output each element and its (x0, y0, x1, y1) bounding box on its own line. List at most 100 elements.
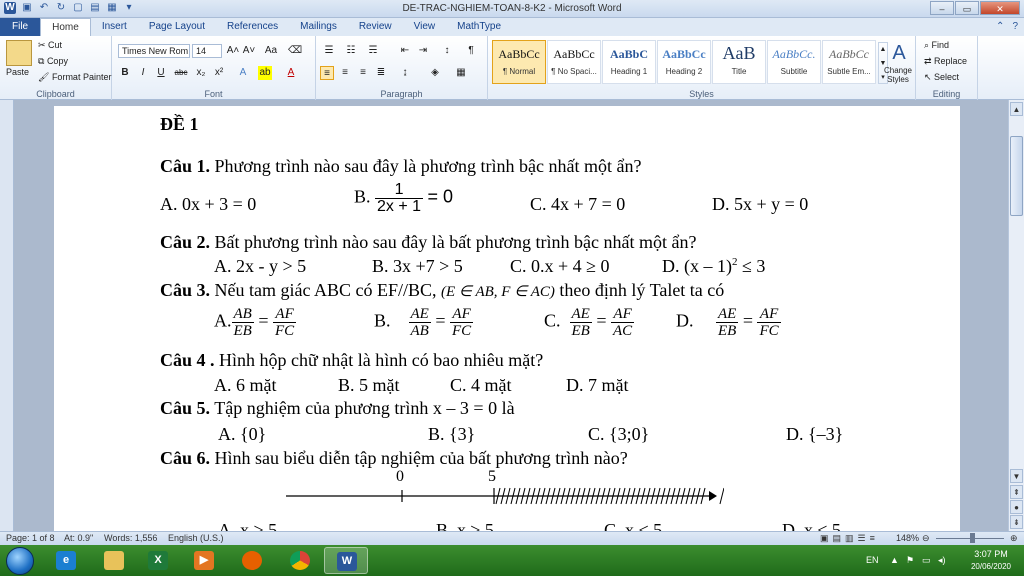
zoom-slider-thumb[interactable] (970, 533, 975, 543)
taskbar-chrome[interactable] (278, 547, 322, 574)
browse-object-icon[interactable]: ● (1010, 500, 1023, 514)
multilevel-list-icon[interactable]: ☴ (366, 44, 380, 58)
clock-time[interactable]: 3:07 PM (966, 549, 1016, 559)
align-left-icon[interactable]: ≡ (320, 66, 334, 80)
monitor-icon[interactable]: ▭ (922, 555, 931, 566)
tab-review[interactable]: Review (348, 18, 403, 36)
help-icon[interactable]: ? (1012, 21, 1018, 32)
strikethrough-icon[interactable]: abc (174, 66, 188, 80)
style-subtle-emphasis[interactable]: AaBbCc Subtle Em... (822, 40, 876, 84)
grow-font-icon[interactable]: A˄ (226, 44, 240, 58)
minimize-ribbon-icon[interactable]: ⌃ (996, 21, 1004, 32)
shading-icon[interactable]: ◈ (428, 66, 442, 80)
network-icon[interactable]: ⚑ (906, 555, 914, 566)
show-hidden-icons[interactable]: ▲ (890, 555, 899, 565)
align-right-icon[interactable]: ≡ (356, 66, 370, 80)
clear-format-icon[interactable]: ⌫ (288, 44, 302, 58)
position-indicator[interactable]: At: 0.9" (64, 533, 93, 543)
change-styles-icon[interactable]: A (884, 42, 914, 65)
underline-icon[interactable]: U (154, 66, 168, 80)
document-page[interactable]: ĐỀ 1 Câu 1. Phương trình nào sau đây là … (54, 106, 960, 532)
borders-icon[interactable]: ▦ (454, 66, 468, 80)
language-indicator[interactable]: English (U.S.) (168, 533, 224, 543)
open-icon[interactable]: ▤ (89, 2, 101, 14)
align-center-icon[interactable]: ≡ (338, 66, 352, 80)
word-count[interactable]: Words: 1,556 (104, 533, 157, 543)
taskbar-media[interactable]: ▶ (182, 547, 226, 574)
page-indicator[interactable]: Page: 1 of 8 (6, 533, 55, 543)
draft-icon[interactable]: ≡ (870, 533, 875, 544)
start-button[interactable] (6, 547, 34, 575)
full-screen-reading-icon[interactable]: ▤ (833, 533, 842, 544)
copy-button[interactable]: ⧉ Copy (38, 56, 68, 67)
style-title[interactable]: AaB Title (712, 40, 766, 84)
minimize-button[interactable]: – (930, 1, 954, 15)
bold-icon[interactable]: B (118, 66, 132, 80)
increase-indent-icon[interactable]: ⇥ (416, 44, 430, 58)
font-color-icon[interactable]: A (284, 66, 298, 80)
font-size-combo[interactable]: 14 (192, 44, 222, 58)
taskbar-word[interactable]: W (324, 547, 368, 574)
clock-date[interactable]: 20/06/2020 (966, 562, 1016, 571)
replace-button[interactable]: ⇄ Replace (924, 56, 967, 67)
paste-icon[interactable] (6, 40, 32, 66)
save-icon[interactable]: ▣ (21, 2, 33, 14)
undo-icon[interactable]: ↶ (38, 2, 50, 14)
zoom-out-icon[interactable]: ⊖ (922, 533, 930, 544)
taskbar-explorer[interactable] (92, 547, 136, 574)
taskbar-firefox[interactable] (230, 547, 274, 574)
scroll-thumb[interactable] (1010, 136, 1023, 216)
scroll-down-icon[interactable]: ▼ (1010, 469, 1023, 483)
style-heading-2[interactable]: AaBbCc Heading 2 (657, 40, 711, 84)
maximize-button[interactable]: ▭ (955, 1, 979, 15)
font-name-combo[interactable]: Times New Rom (118, 44, 190, 58)
italic-icon[interactable]: I (136, 66, 150, 80)
tab-mailings[interactable]: Mailings (289, 18, 348, 36)
show-formatting-icon[interactable]: ¶ (464, 44, 478, 58)
line-spacing-icon[interactable]: ↨ (398, 66, 412, 80)
numbering-icon[interactable]: ☷ (344, 44, 358, 58)
change-case-icon[interactable]: Aa (264, 44, 278, 58)
superscript-icon[interactable]: x² (212, 66, 226, 80)
taskbar-ie[interactable]: e (44, 547, 88, 574)
redo-icon[interactable]: ↻ (55, 2, 67, 14)
tab-references[interactable]: References (216, 18, 289, 36)
new-document-icon[interactable]: ▢ (72, 2, 84, 14)
tab-file[interactable]: File (0, 18, 41, 36)
style-normal[interactable]: AaBbCc ¶ Normal (492, 40, 546, 84)
cut-button[interactable]: ✂ Cut (38, 40, 62, 51)
next-page-icon[interactable]: ⇟ (1010, 515, 1023, 529)
close-button[interactable]: ✕ (980, 1, 1020, 15)
text-effects-icon[interactable]: A (236, 66, 250, 80)
previous-page-icon[interactable]: ⇞ (1010, 485, 1023, 499)
tab-home[interactable]: Home (40, 18, 91, 36)
paste-button[interactable]: Paste (6, 67, 29, 77)
scroll-up-icon[interactable]: ▲ (1010, 102, 1023, 116)
format-painter-button[interactable]: 🖌 Format Painter (38, 72, 111, 83)
zoom-in-icon[interactable]: ⊕ (1010, 533, 1018, 544)
print-preview-icon[interactable]: ▦ (106, 2, 118, 14)
bullets-icon[interactable]: ☰ (322, 44, 336, 58)
tab-view[interactable]: View (403, 18, 447, 36)
customize-toolbar-icon[interactable]: ▾ (123, 2, 135, 14)
style-heading-1[interactable]: AaBbC Heading 1 (602, 40, 656, 84)
input-language[interactable]: EN (866, 555, 879, 565)
print-layout-icon[interactable]: ▣ (820, 533, 829, 544)
subscript-icon[interactable]: x₂ (194, 66, 208, 80)
vertical-scrollbar[interactable]: ▲ ▼ ⇞ ● ⇟ (1008, 100, 1024, 531)
decrease-indent-icon[interactable]: ⇤ (398, 44, 412, 58)
taskbar-excel[interactable]: X (136, 547, 180, 574)
justify-icon[interactable]: ≣ (374, 66, 388, 80)
zoom-level[interactable]: 148% (896, 533, 919, 543)
outline-icon[interactable]: ☰ (858, 533, 866, 544)
tab-page-layout[interactable]: Page Layout (138, 18, 216, 36)
sort-icon[interactable]: ↕ (440, 44, 454, 58)
shrink-font-icon[interactable]: A˅ (242, 44, 256, 58)
highlight-icon[interactable]: ab (258, 66, 272, 80)
change-styles-button[interactable]: Change Styles (881, 66, 915, 84)
tab-insert[interactable]: Insert (91, 18, 138, 36)
tab-mathtype[interactable]: MathType (446, 18, 512, 36)
web-layout-icon[interactable]: ▥ (845, 533, 854, 544)
style-subtitle[interactable]: AaBbCc. Subtitle (767, 40, 821, 84)
word-logo-icon[interactable]: W (4, 2, 16, 14)
